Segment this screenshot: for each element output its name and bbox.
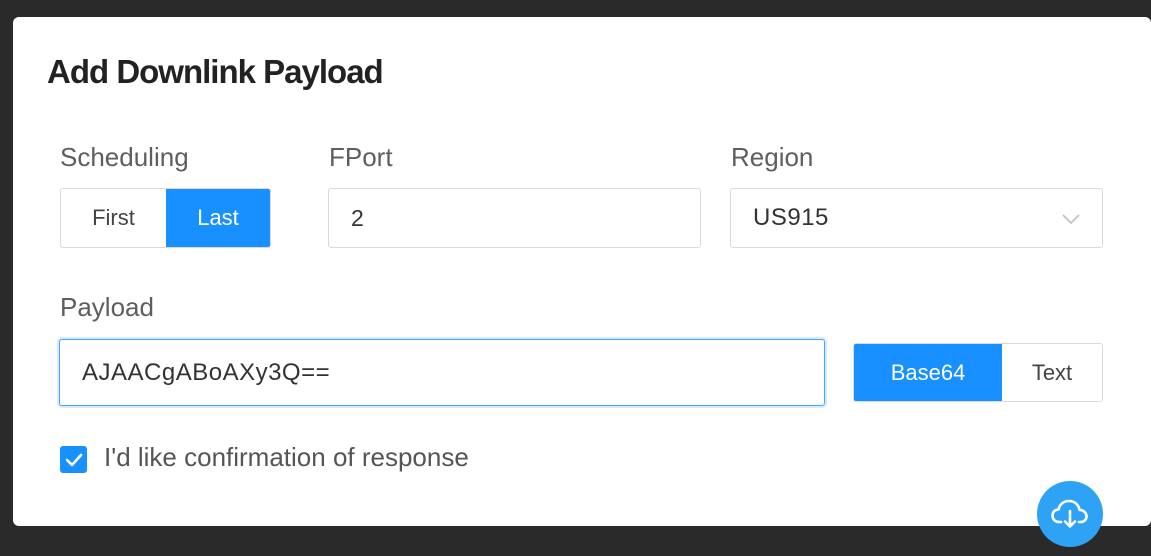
- region-select[interactable]: US915: [730, 188, 1103, 248]
- encoding-text-button[interactable]: Text: [1002, 344, 1102, 401]
- scheduling-first-button[interactable]: First: [61, 189, 166, 247]
- chevron-down-icon: [1062, 214, 1080, 225]
- payload-encoding-toggle: Base64 Text: [853, 343, 1103, 402]
- region-label: Region: [731, 142, 814, 172]
- app-background: Add Downlink Payload Scheduling First La…: [0, 0, 1151, 556]
- scheduling-toggle: First Last: [60, 188, 271, 248]
- cloud-download-icon: [1051, 499, 1088, 528]
- payload-label: Payload: [60, 292, 154, 322]
- fport-label: FPort: [329, 142, 393, 172]
- dialog-title: Add Downlink Payload: [47, 53, 384, 90]
- scheduling-label: Scheduling: [60, 142, 189, 172]
- scheduling-last-button[interactable]: Last: [166, 189, 270, 247]
- payload-input[interactable]: AJAACgABoAXy3Q==: [59, 339, 825, 406]
- encoding-base64-button[interactable]: Base64: [854, 344, 1002, 401]
- confirmation-checkbox[interactable]: [60, 446, 87, 473]
- payload-value: AJAACgABoAXy3Q==: [82, 358, 331, 386]
- region-selected-value: US915: [753, 204, 829, 231]
- checkmark-icon: [65, 453, 82, 466]
- fport-input[interactable]: 2: [328, 188, 701, 248]
- fport-value: 2: [351, 204, 364, 231]
- cloud-download-button[interactable]: [1037, 481, 1103, 547]
- confirmation-label[interactable]: I'd like confirmation of response: [104, 441, 469, 473]
